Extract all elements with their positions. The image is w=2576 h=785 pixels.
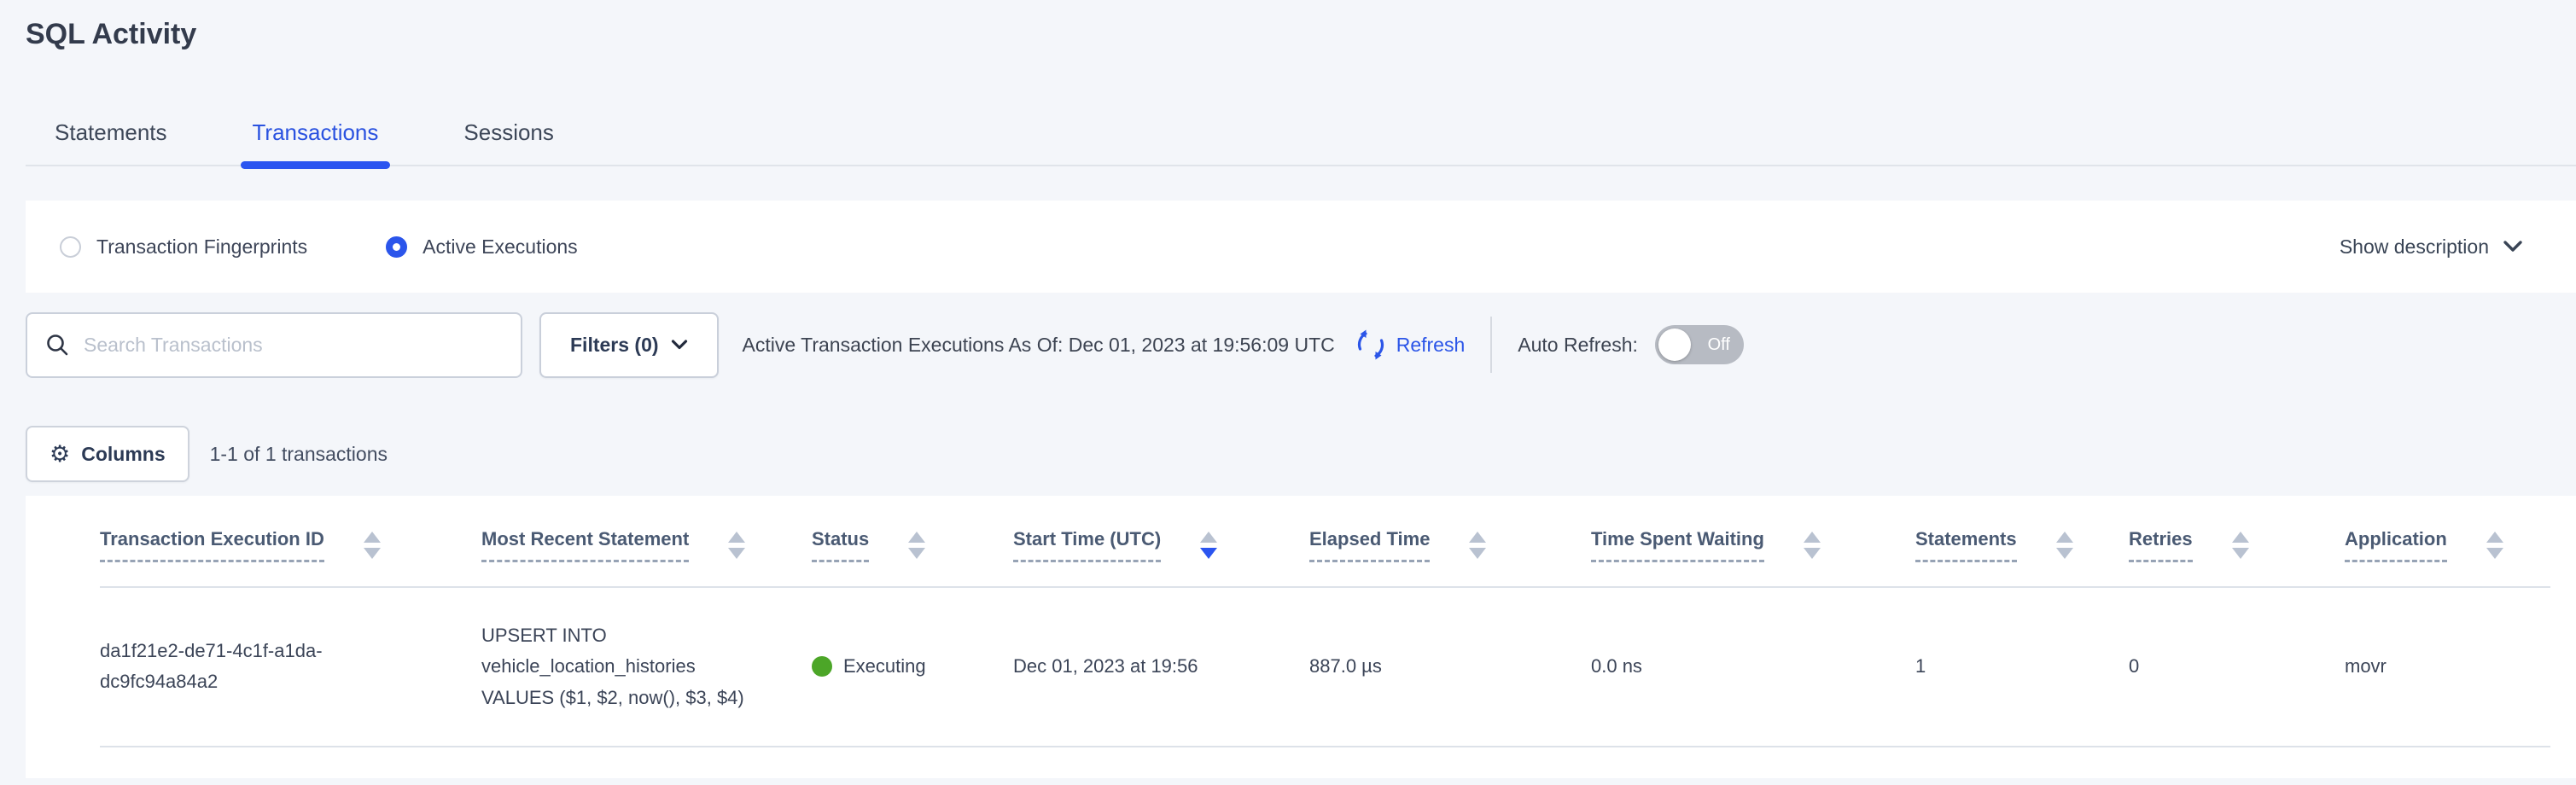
radio-active-executions[interactable]: Active Executions [386,236,578,259]
sort-icon[interactable] [2056,532,2073,559]
show-description-toggle[interactable]: Show description [2340,236,2523,259]
column-header-most-recent-statement[interactable]: Most Recent Statement [481,528,812,562]
search-icon [44,332,70,358]
column-header-elapsed-time[interactable]: Elapsed Time [1309,528,1591,562]
table-header-row: Transaction Execution ID Most Recent Sta… [100,496,2550,588]
chevron-down-icon [2503,240,2523,253]
as-of-timestamp: Active Transaction Executions As Of: Dec… [743,334,1335,357]
radio-label: Active Executions [423,236,578,259]
sort-icon[interactable] [1804,532,1821,559]
cell-start-time: Dec 01, 2023 at 19:56 [1013,651,1309,682]
search-box[interactable] [26,312,522,378]
column-header-start-time[interactable]: Start Time (UTC) [1013,528,1309,562]
view-mode-radio-group: Transaction Fingerprints Active Executio… [60,236,578,259]
sort-icon[interactable] [908,532,925,559]
cell-most-recent-statement: UPSERT INTO vehicle_location_histories V… [481,620,768,713]
column-header-statements[interactable]: Statements [1915,528,2129,562]
transactions-table: Transaction Execution ID Most Recent Sta… [26,496,2576,778]
column-header-status[interactable]: Status [812,528,1013,562]
sort-icon[interactable] [728,532,745,559]
table-controls-row: ⚙ Columns 1-1 of 1 transactions [26,426,2576,482]
cell-transaction-execution-id[interactable]: da1f21e2-de71-4c1f-a1da-dc9fc94a84a2 [100,636,329,698]
auto-refresh-toggle[interactable]: Off [1655,325,1744,364]
sort-icon-active-desc[interactable] [1200,532,1217,559]
filters-button[interactable]: Filters (0) [539,312,719,378]
cell-status: Executing [812,651,1013,682]
auto-refresh-label: Auto Refresh: [1518,334,1638,357]
radio-circle-unselected[interactable] [60,236,81,258]
columns-label: Columns [81,443,165,466]
gear-icon: ⚙ [50,443,70,466]
sort-icon[interactable] [1469,532,1486,559]
tab-transactions[interactable]: Transactions [241,119,391,165]
tab-bar: Statements Transactions Sessions [26,119,2576,166]
toggle-state-label: Off [1708,335,1730,355]
refresh-button[interactable]: Refresh [1355,329,1466,360]
column-header-transaction-execution-id[interactable]: Transaction Execution ID [100,528,481,562]
page-title: SQL Activity [0,0,2576,53]
radio-label: Transaction Fingerprints [96,236,307,259]
cell-statements: 1 [1915,651,2129,682]
toggle-knob[interactable] [1658,329,1691,361]
refresh-icon [1355,329,1386,360]
cell-retries: 0 [2129,651,2345,682]
executing-status-dot [812,656,832,677]
show-description-label: Show description [2340,236,2489,259]
vertical-divider [1490,317,1492,373]
results-count: 1-1 of 1 transactions [210,443,388,466]
column-header-retries[interactable]: Retries [2129,528,2345,562]
tab-statements[interactable]: Statements [43,119,179,165]
sort-icon[interactable] [364,532,381,559]
cell-elapsed-time: 887.0 µs [1309,651,1591,682]
radio-circle-selected[interactable] [386,236,407,258]
columns-button[interactable]: ⚙ Columns [26,426,189,482]
sort-icon[interactable] [2486,532,2503,559]
column-header-application[interactable]: Application [2345,528,2550,562]
search-input[interactable] [84,334,504,357]
status-label: Executing [843,651,926,682]
view-options-bar: Transaction Fingerprints Active Executio… [26,201,2576,293]
tab-sessions[interactable]: Sessions [452,119,566,165]
radio-transaction-fingerprints[interactable]: Transaction Fingerprints [60,236,307,259]
chevron-down-icon [671,339,688,351]
cell-time-spent-waiting: 0.0 ns [1591,651,1915,682]
sort-icon[interactable] [2232,532,2249,559]
refresh-label: Refresh [1396,334,1466,357]
cell-application: movr [2345,651,2550,682]
filters-label: Filters (0) [570,334,659,357]
column-header-time-spent-waiting[interactable]: Time Spent Waiting [1591,528,1915,562]
search-and-refresh-row: Filters (0) Active Transaction Execution… [26,311,2576,378]
table-row[interactable]: da1f21e2-de71-4c1f-a1da-dc9fc94a84a2 UPS… [100,588,2550,747]
